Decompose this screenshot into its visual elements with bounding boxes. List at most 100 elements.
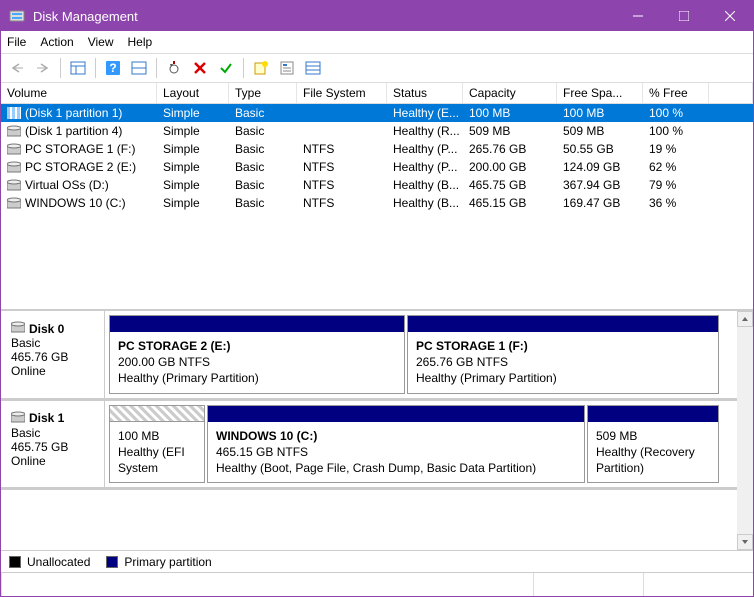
disk-label[interactable]: Disk 0Basic465.76 GBOnline: [1, 311, 105, 398]
column-header-freespace[interactable]: Free Spa...: [557, 83, 643, 103]
volume-free: 100 MB: [557, 105, 643, 121]
volume-free: 367.94 GB: [557, 177, 643, 193]
legend-unallocated-label: Unallocated: [27, 555, 90, 569]
partition-box[interactable]: WINDOWS 10 (C:)465.15 GB NTFSHealthy (Bo…: [207, 405, 585, 484]
column-header-volume[interactable]: Volume: [1, 83, 157, 103]
partition-box[interactable]: PC STORAGE 1 (F:)265.76 GB NTFSHealthy (…: [407, 315, 719, 394]
new-button[interactable]: [249, 56, 273, 80]
minimize-button[interactable]: [615, 1, 661, 31]
partition-header: [588, 406, 718, 422]
scroll-up-icon[interactable]: [737, 311, 753, 327]
partition-size: 200.00 GB NTFS: [118, 354, 396, 370]
apply-button[interactable]: [214, 56, 238, 80]
volume-status: Healthy (R...: [387, 123, 463, 139]
disk-size: 465.76 GB: [11, 350, 94, 364]
column-header-filesystem[interactable]: File System: [297, 83, 387, 103]
window-title: Disk Management: [33, 9, 615, 24]
volume-type: Basic: [229, 195, 297, 211]
menu-file[interactable]: File: [7, 35, 26, 49]
volume-icon: [7, 197, 21, 209]
partition-status: Healthy (Recovery Partition): [596, 444, 710, 476]
list-button[interactable]: [301, 56, 325, 80]
legend-primary: Primary partition: [106, 555, 211, 569]
volume-name: PC STORAGE 2 (E:): [25, 160, 136, 174]
scroll-track[interactable]: [737, 327, 753, 534]
close-button[interactable]: [707, 1, 753, 31]
properties-button[interactable]: [275, 56, 299, 80]
volume-row[interactable]: PC STORAGE 1 (F:)SimpleBasicNTFSHealthy …: [1, 140, 753, 158]
column-header-type[interactable]: Type: [229, 83, 297, 103]
volume-row[interactable]: (Disk 1 partition 4)SimpleBasicHealthy (…: [1, 122, 753, 140]
volume-type: Basic: [229, 177, 297, 193]
volume-row[interactable]: WINDOWS 10 (C:)SimpleBasicNTFSHealthy (B…: [1, 194, 753, 212]
column-header-layout[interactable]: Layout: [157, 83, 229, 103]
disk-row: Disk 1Basic465.75 GBOnline100 MBHealthy …: [1, 401, 737, 491]
maximize-button[interactable]: [661, 1, 707, 31]
swatch-unallocated: [9, 556, 21, 568]
swatch-primary: [106, 556, 118, 568]
settings-view-button[interactable]: [127, 56, 151, 80]
back-button[interactable]: [5, 56, 29, 80]
volume-free: 124.09 GB: [557, 159, 643, 175]
volume-fs: [297, 123, 387, 139]
volume-row[interactable]: (Disk 1 partition 1)SimpleBasicHealthy (…: [1, 104, 753, 122]
volume-icon: [7, 161, 21, 173]
partition-header: [208, 406, 584, 422]
menubar: File Action View Help: [1, 31, 753, 53]
statusbar: [1, 572, 753, 596]
volume-name: WINDOWS 10 (C:): [25, 196, 126, 210]
partition-box[interactable]: 100 MBHealthy (EFI System: [109, 405, 205, 484]
column-header-pctfree[interactable]: % Free: [643, 83, 709, 103]
menu-action[interactable]: Action: [40, 35, 73, 49]
disk-state: Online: [11, 454, 94, 468]
column-header-capacity[interactable]: Capacity: [463, 83, 557, 103]
menu-view[interactable]: View: [88, 35, 114, 49]
volume-status: Healthy (B...: [387, 195, 463, 211]
column-header-status[interactable]: Status: [387, 83, 463, 103]
partition-status: Healthy (Boot, Page File, Crash Dump, Ba…: [216, 460, 576, 476]
partition-status: Healthy (Primary Partition): [118, 370, 396, 386]
partition-content: 100 MBHealthy (EFI System: [110, 422, 204, 483]
volume-icon: [7, 143, 21, 155]
disk-icon: [11, 321, 25, 336]
forward-button[interactable]: [31, 56, 55, 80]
volume-list-pane: Volume Layout Type File System Status Ca…: [1, 83, 753, 311]
volume-type: Basic: [229, 123, 297, 139]
delete-button[interactable]: [188, 56, 212, 80]
volume-status: Healthy (E...: [387, 105, 463, 121]
volume-capacity: 465.75 GB: [463, 177, 557, 193]
volume-free: 169.47 GB: [557, 195, 643, 211]
volume-row[interactable]: Virtual OSs (D:)SimpleBasicNTFSHealthy (…: [1, 176, 753, 194]
volume-free: 50.55 GB: [557, 141, 643, 157]
svg-text:?: ?: [109, 61, 116, 75]
disk-icon: [11, 411, 25, 426]
volume-fs: NTFS: [297, 159, 387, 175]
volume-capacity: 100 MB: [463, 105, 557, 121]
show-hide-button[interactable]: [66, 56, 90, 80]
partition-box[interactable]: 509 MBHealthy (Recovery Partition): [587, 405, 719, 484]
partition-title: PC STORAGE 2 (E:): [118, 338, 396, 354]
volume-capacity: 509 MB: [463, 123, 557, 139]
disk-size: 465.75 GB: [11, 440, 94, 454]
volume-layout: Simple: [157, 105, 229, 121]
volume-status: Healthy (P...: [387, 141, 463, 157]
partition-box[interactable]: PC STORAGE 2 (E:)200.00 GB NTFSHealthy (…: [109, 315, 405, 394]
refresh-button[interactable]: [162, 56, 186, 80]
partition-size: 265.76 GB NTFS: [416, 354, 710, 370]
help-button[interactable]: ?: [101, 56, 125, 80]
disk-type: Basic: [11, 336, 94, 350]
volume-name: Virtual OSs (D:): [25, 178, 109, 192]
volume-row[interactable]: PC STORAGE 2 (E:)SimpleBasicNTFSHealthy …: [1, 158, 753, 176]
scroll-down-icon[interactable]: [737, 534, 753, 550]
volume-status: Healthy (P...: [387, 159, 463, 175]
volume-layout: Simple: [157, 177, 229, 193]
legend-primary-label: Primary partition: [124, 555, 211, 569]
menu-help[interactable]: Help: [128, 35, 153, 49]
disk-label[interactable]: Disk 1Basic465.75 GBOnline: [1, 401, 105, 488]
partition-content: PC STORAGE 1 (F:)265.76 GB NTFSHealthy (…: [408, 332, 718, 393]
vertical-scrollbar[interactable]: [737, 311, 753, 550]
disk-row: Disk 0Basic465.76 GBOnlinePC STORAGE 2 (…: [1, 311, 737, 401]
partition-content: PC STORAGE 2 (E:)200.00 GB NTFSHealthy (…: [110, 332, 404, 393]
volume-icon: [7, 125, 21, 137]
separator: [156, 58, 157, 78]
